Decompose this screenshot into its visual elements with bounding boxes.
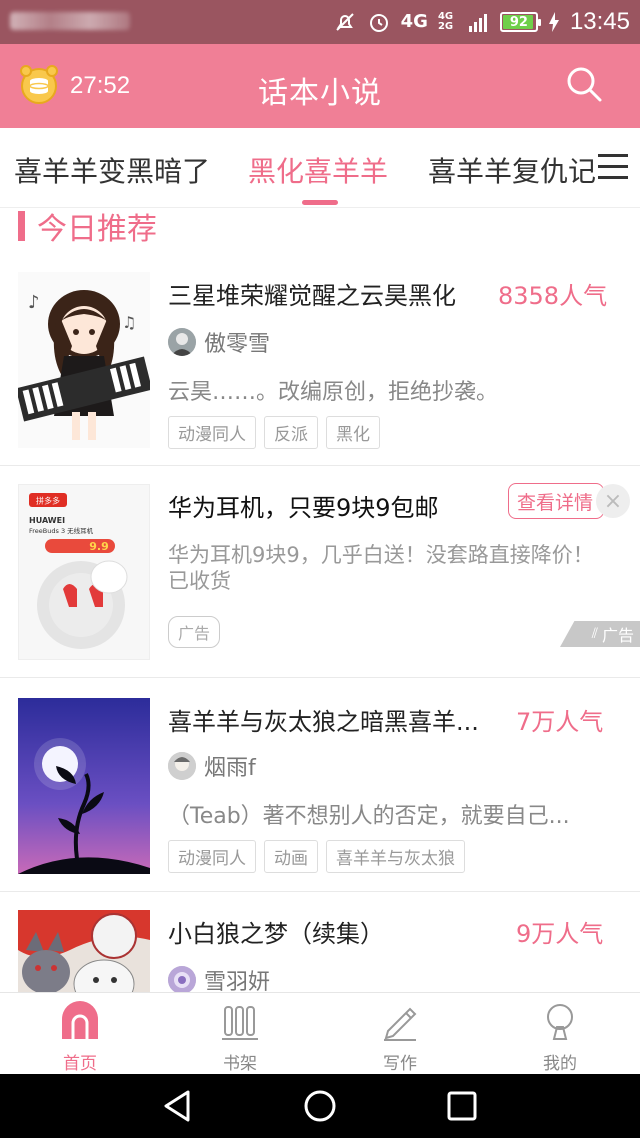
nav-bookshelf[interactable]: 书架 bbox=[200, 1001, 280, 1074]
ad-badge: 广告 bbox=[168, 616, 221, 648]
book-cover[interactable] bbox=[18, 698, 150, 874]
category-tabs: 喜羊羊变黑暗了 黑化喜羊羊 喜羊羊复仇记 bbox=[0, 128, 640, 208]
tab-1-active[interactable]: 黑化喜羊羊 bbox=[248, 150, 388, 190]
ad-product-text: FreeBuds 3 无线耳机 bbox=[29, 526, 94, 535]
list-item[interactable]: ♪ ♫ 三星堆荣耀觉醒之云昊黑化 8358人气 傲零雪 云昊……。改编原创，拒绝抄… bbox=[0, 250, 640, 466]
author-name[interactable]: 烟雨f bbox=[204, 750, 256, 782]
tag[interactable]: 动漫同人 bbox=[168, 416, 256, 449]
nav-label: 写作 bbox=[383, 1054, 417, 1074]
author-row: 雪羽妍 bbox=[168, 964, 270, 992]
section-marker bbox=[18, 211, 25, 241]
ad-description: 华为耳机9块9，几乎白送！没套路直接降价！已收货 bbox=[168, 543, 594, 593]
avatar bbox=[168, 328, 196, 356]
nav-label: 我的 bbox=[543, 1054, 577, 1074]
ad-title[interactable]: 华为耳机，只要9块9包邮 bbox=[168, 488, 498, 523]
nav-label: 书架 bbox=[223, 1054, 257, 1074]
clock: 13:45 bbox=[569, 8, 630, 35]
tag-list: 动漫同人 反派 黑化 bbox=[168, 416, 380, 449]
book-description: （Teab）著不想别人的否定，就要自己... bbox=[168, 804, 570, 829]
recents-icon[interactable] bbox=[444, 1088, 480, 1124]
menu-icon[interactable] bbox=[598, 154, 628, 182]
close-icon[interactable]: × bbox=[596, 484, 630, 518]
popularity-count: 7万人气 bbox=[516, 708, 604, 736]
book-title[interactable]: 小白狼之梦（续集） bbox=[168, 914, 498, 949]
tab-0[interactable]: 喜羊羊变黑暗了 bbox=[14, 150, 210, 190]
author-name[interactable]: 雪羽妍 bbox=[204, 964, 270, 992]
notification-icons-blurred bbox=[10, 12, 130, 30]
tag[interactable]: 喜羊羊与灰太狼 bbox=[326, 840, 465, 873]
book-list: ♪ ♫ 三星堆荣耀觉醒之云昊黑化 8358人气 傲零雪 云昊……。改编原创，拒绝抄… bbox=[0, 250, 640, 992]
view-details-button[interactable]: 查看详情 bbox=[508, 483, 604, 519]
home-icon bbox=[60, 1001, 100, 1041]
book-title[interactable]: 三星堆荣耀觉醒之云昊黑化 bbox=[168, 276, 488, 311]
nav-write[interactable]: 写作 bbox=[360, 1001, 440, 1074]
section-title: 今日推荐 bbox=[37, 212, 157, 247]
tag[interactable]: 动画 bbox=[264, 840, 318, 873]
book-cover[interactable]: ♪ ♫ bbox=[18, 272, 150, 448]
tag[interactable]: 反派 bbox=[264, 416, 318, 449]
popularity-count: 8358人气 bbox=[498, 282, 608, 310]
reading-timer: 27:52 bbox=[70, 72, 131, 99]
back-icon[interactable] bbox=[160, 1088, 196, 1124]
svg-text:♪: ♪ bbox=[28, 292, 40, 313]
ad-corner-badge: ⫽ 广告 bbox=[560, 621, 640, 647]
list-item[interactable]: 小白狼之梦（续集） 9万人气 雪羽妍 bbox=[0, 892, 640, 992]
book-cover[interactable] bbox=[18, 910, 150, 992]
svg-text:♫: ♫ bbox=[122, 313, 136, 332]
ad-brand-text: 拼多多 bbox=[36, 496, 60, 506]
battery-indicator: 92 bbox=[499, 12, 541, 32]
ad-product-brand-text: HUAWEI bbox=[29, 516, 65, 525]
pen-icon bbox=[380, 1001, 420, 1041]
nav-profile[interactable]: 我的 bbox=[520, 1001, 600, 1074]
tag-list: 动漫同人 动画 喜羊羊与灰太狼 bbox=[168, 840, 465, 873]
ad-price-text: 9.9 bbox=[89, 540, 109, 553]
nav-home[interactable]: 首页 bbox=[40, 1001, 120, 1074]
app-header: 27:52 话本小说 bbox=[0, 44, 640, 128]
author-name[interactable]: 傲零雪 bbox=[204, 326, 270, 358]
alarm-clock-icon bbox=[367, 10, 391, 34]
popularity-count: 9万人气 bbox=[516, 920, 604, 948]
active-tab-indicator bbox=[302, 200, 338, 205]
tag[interactable]: 动漫同人 bbox=[168, 840, 256, 873]
bookshelf-icon bbox=[220, 1001, 260, 1041]
profile-icon bbox=[540, 1001, 580, 1041]
charging-icon bbox=[548, 11, 560, 33]
book-description: 云昊……。改编原创，拒绝抄袭。 bbox=[168, 380, 499, 405]
status-bar: 4G 4G 2G 92 13:45 bbox=[0, 0, 640, 44]
network-4g-label: 4G bbox=[400, 11, 428, 32]
reading-timer-icon[interactable] bbox=[18, 64, 60, 106]
tag[interactable]: 黑化 bbox=[326, 416, 380, 449]
avatar bbox=[168, 966, 196, 992]
network-small-label: 4G 2G bbox=[437, 11, 454, 32]
home-button-icon[interactable] bbox=[302, 1088, 338, 1124]
nav-label: 首页 bbox=[63, 1054, 97, 1074]
author-row: 傲零雪 bbox=[168, 326, 270, 358]
signal-icon bbox=[468, 11, 490, 33]
section-heading: 今日推荐 bbox=[18, 206, 157, 247]
system-nav-bar bbox=[0, 1074, 640, 1138]
ad-mark-icon: ⫽ bbox=[591, 626, 598, 642]
author-row: 烟雨f bbox=[168, 750, 256, 782]
mute-icon bbox=[333, 10, 357, 34]
list-item[interactable]: 喜羊羊与灰太狼之暗黑喜羊... 7万人气 烟雨f （Teab）著不想别人的否定，… bbox=[0, 678, 640, 892]
avatar bbox=[168, 752, 196, 780]
ad-item[interactable]: 拼多多 HUAWEI FreeBuds 3 无线耳机 9.9 华为耳机，只要9块… bbox=[0, 466, 640, 678]
bottom-nav: 首页 书架 写作 我的 bbox=[0, 992, 640, 1074]
book-title[interactable]: 喜羊羊与灰太狼之暗黑喜羊... bbox=[168, 702, 508, 737]
ad-image[interactable]: 拼多多 HUAWEI FreeBuds 3 无线耳机 9.9 bbox=[18, 484, 150, 660]
search-icon[interactable] bbox=[564, 64, 604, 104]
tab-2[interactable]: 喜羊羊复仇记 bbox=[428, 150, 596, 190]
ad-corner-label: 广告 bbox=[601, 626, 634, 645]
